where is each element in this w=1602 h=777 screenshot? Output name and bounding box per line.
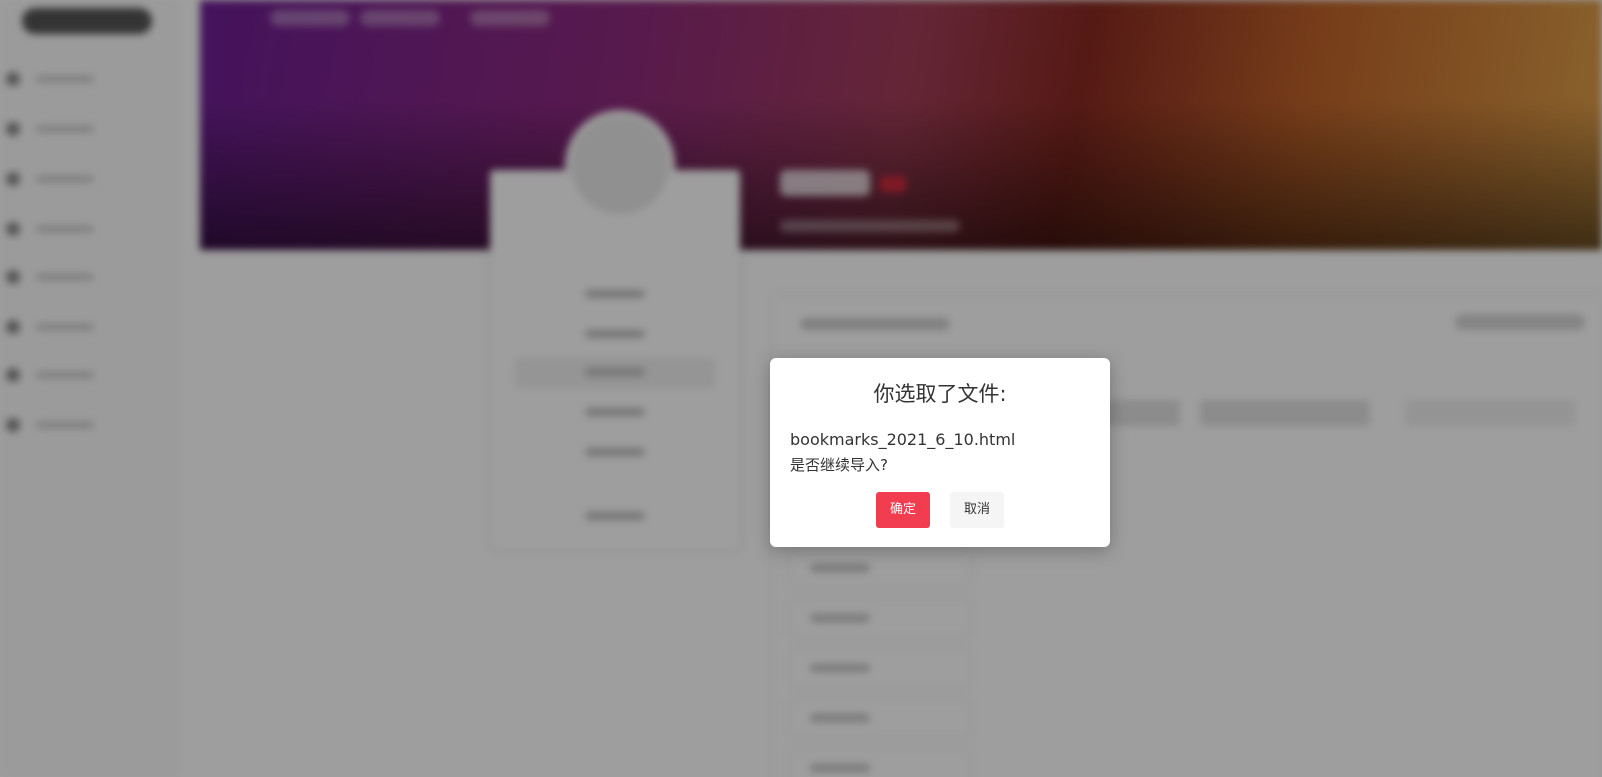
cancel-button[interactable]: 取消 xyxy=(950,492,1004,528)
import-confirm-dialog: 你选取了文件: bookmarks_2021_6_10.html 是否继续导入?… xyxy=(770,358,1110,547)
selected-filename: bookmarks_2021_6_10.html xyxy=(790,430,1016,449)
dialog-title: 你选取了文件: xyxy=(873,382,1007,406)
page: 你选取了文件: bookmarks_2021_6_10.html 是否继续导入?… xyxy=(0,0,1602,777)
dialog-question: 是否继续导入? xyxy=(790,456,888,474)
confirm-button[interactable]: 确定 xyxy=(876,492,930,528)
